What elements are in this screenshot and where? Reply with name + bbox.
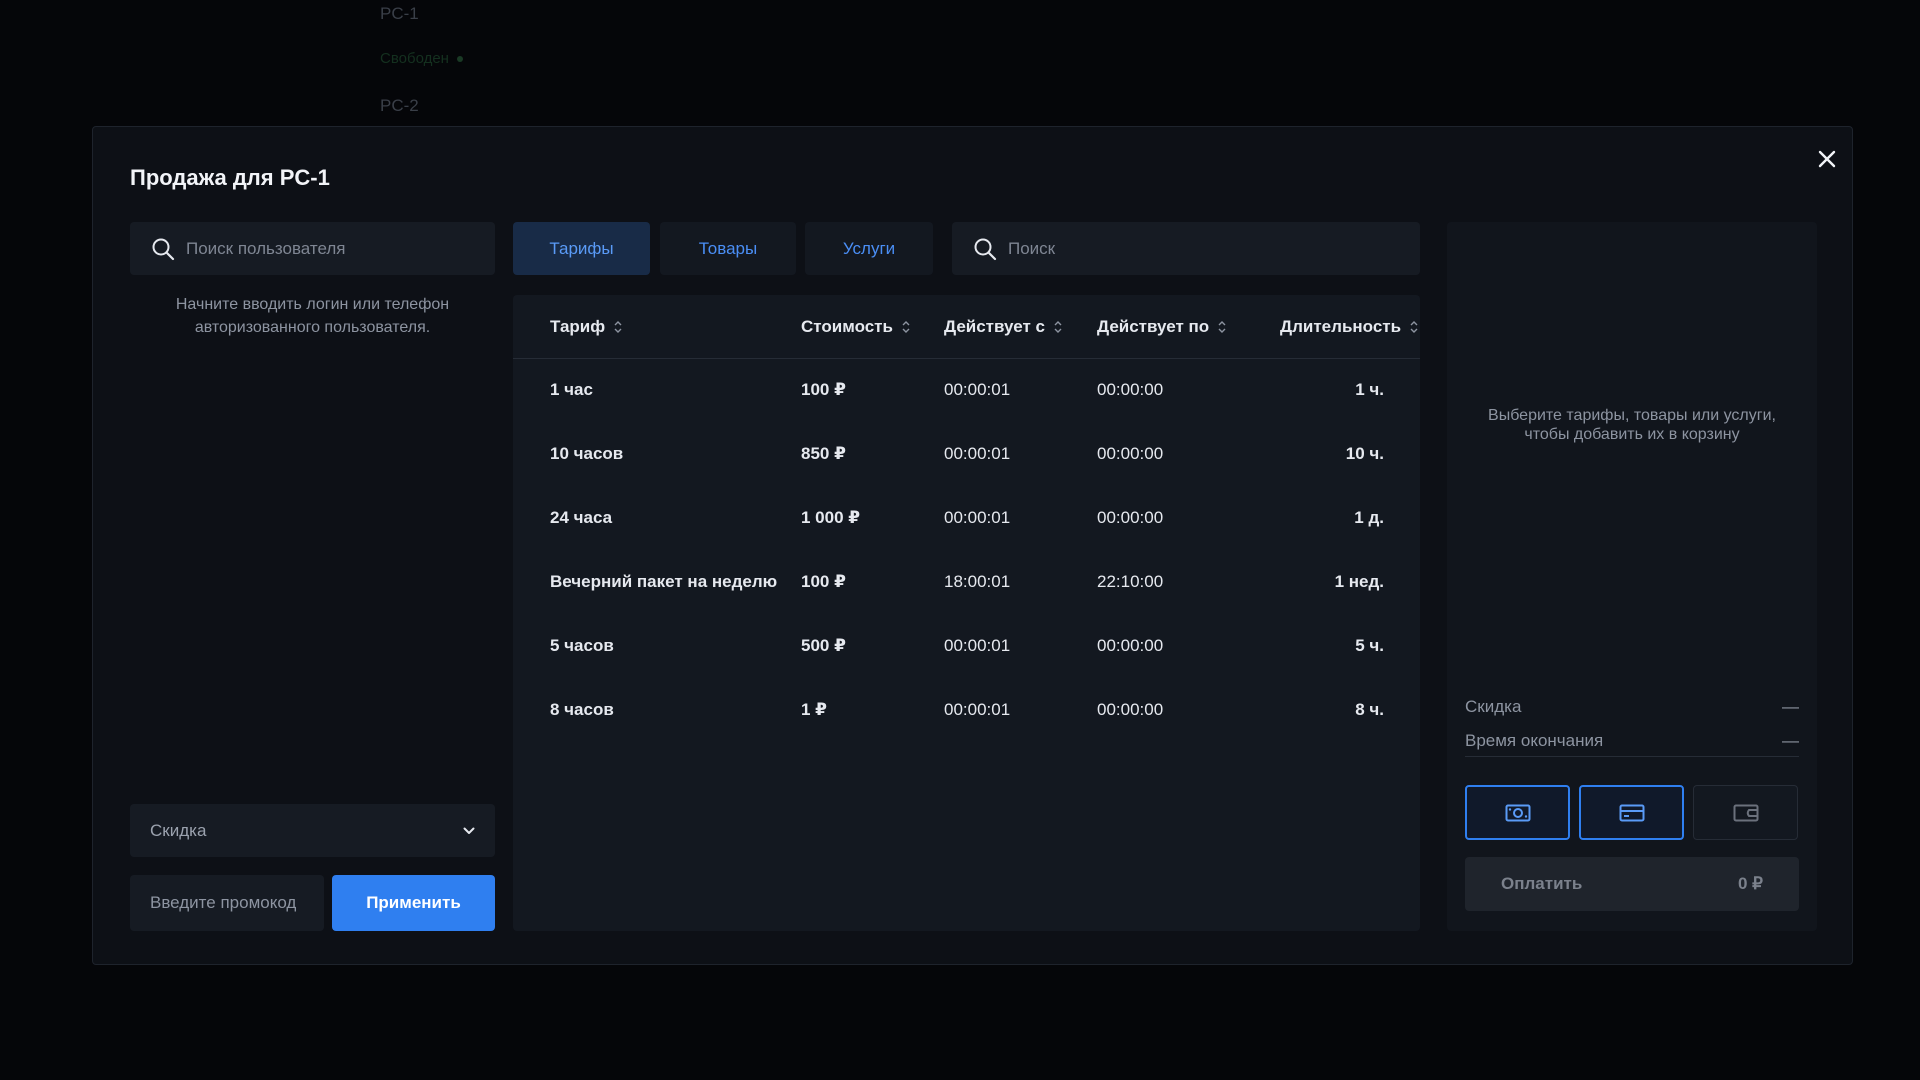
chevron-down-icon xyxy=(463,827,475,834)
promo-code-input[interactable] xyxy=(130,875,324,931)
status-dot-icon xyxy=(456,56,463,63)
cell-valid-from: 00:00:01 xyxy=(944,380,1011,399)
search-icon xyxy=(972,236,998,262)
cell-valid-to: 00:00:00 xyxy=(1097,636,1164,655)
table-row[interactable]: 10 часов 850 ₽ 00:00:01 00:00:00 10 ч. xyxy=(513,423,1420,487)
column-header-duration[interactable]: Длительность xyxy=(1280,317,1419,337)
cell-valid-from: 00:00:01 xyxy=(944,700,1011,719)
catalog-search-box xyxy=(952,222,1420,275)
cart-divider xyxy=(1465,756,1799,757)
cell-valid-from: 00:00:01 xyxy=(944,636,1011,655)
cell-tariff: 10 часов xyxy=(550,444,624,463)
sort-icon xyxy=(902,321,910,333)
cart-end-time-value: — xyxy=(1782,731,1799,750)
background-status-label: Свободен xyxy=(380,50,449,67)
table-row[interactable]: Вечерний пакет на неделю 100 ₽ 18:00:01 … xyxy=(513,551,1420,615)
column-header-valid-to[interactable]: Действует по xyxy=(1097,317,1227,337)
payment-wallet-button[interactable] xyxy=(1693,785,1798,840)
table-row[interactable]: 24 часа 1 000 ₽ 00:00:01 00:00:00 1 д. xyxy=(513,487,1420,551)
cell-valid-from: 18:00:01 xyxy=(944,572,1011,591)
sort-icon xyxy=(1054,321,1062,333)
discount-select[interactable]: Скидка xyxy=(130,804,495,857)
cell-price: 1 ₽ xyxy=(801,700,828,719)
column-header-label: Тариф xyxy=(550,317,606,336)
discount-select-label: Скидка xyxy=(150,820,207,840)
cell-tariff: 1 час xyxy=(550,380,593,399)
cell-valid-from: 00:00:01 xyxy=(944,444,1011,463)
tab-goods[interactable]: Товары xyxy=(660,222,796,275)
cell-price: 500 ₽ xyxy=(801,636,846,655)
sort-icon xyxy=(1410,321,1418,333)
cell-price: 1 000 ₽ xyxy=(801,508,861,527)
user-search-input[interactable] xyxy=(186,238,466,259)
cell-valid-to: 00:00:00 xyxy=(1097,444,1164,463)
cell-duration: 8 ч. xyxy=(1355,700,1384,719)
cell-duration: 5 ч. xyxy=(1355,636,1384,655)
cart-empty-hint: Выберите тарифы, товары или услуги, чтоб… xyxy=(1488,407,1776,443)
cell-duration: 1 ч. xyxy=(1355,380,1384,399)
payment-cash-button[interactable] xyxy=(1465,785,1570,840)
column-header-label: Длительность xyxy=(1280,317,1402,336)
wallet-icon xyxy=(1733,804,1758,821)
table-row[interactable]: 1 час 100 ₽ 00:00:01 00:00:00 1 ч. xyxy=(513,359,1420,423)
sort-icon xyxy=(1218,321,1226,333)
column-header-valid-from[interactable]: Действует с xyxy=(944,317,1063,337)
cell-valid-to: 22:10:00 xyxy=(1097,572,1164,591)
tab-tariffs[interactable]: Тарифы xyxy=(513,222,650,275)
cart-panel: Выберите тарифы, товары или услуги, чтоб… xyxy=(1447,222,1817,931)
cell-tariff: Вечерний пакет на неделю xyxy=(550,572,778,591)
cell-valid-from: 00:00:01 xyxy=(944,508,1011,527)
column-header-price[interactable]: Стоимость xyxy=(801,317,911,337)
table-header: Тариф Стоимость Действует с Действует по… xyxy=(513,295,1420,359)
background-pc-item: PC-2 xyxy=(380,96,419,115)
sort-icon xyxy=(614,321,622,333)
background-status: Свободен xyxy=(380,50,463,67)
card-icon xyxy=(1619,804,1644,821)
table-row[interactable]: 8 часов 1 ₽ 00:00:01 00:00:00 8 ч. xyxy=(513,679,1420,743)
tab-services[interactable]: Услуги xyxy=(805,222,933,275)
cell-duration: 10 ч. xyxy=(1345,444,1384,463)
column-header-label: Действует по xyxy=(1097,317,1210,336)
close-icon xyxy=(1818,150,1836,168)
cell-valid-to: 00:00:00 xyxy=(1097,700,1164,719)
payment-card-button[interactable] xyxy=(1579,785,1684,840)
catalog-search-input[interactable] xyxy=(1008,238,1288,259)
pay-button-label: Оплатить xyxy=(1501,874,1583,893)
cell-valid-to: 00:00:00 xyxy=(1097,380,1164,399)
pay-button-amount: 0 ₽ xyxy=(1738,874,1763,893)
cell-price: 100 ₽ xyxy=(801,572,846,591)
cell-duration: 1 нед. xyxy=(1334,572,1384,591)
cell-price: 100 ₽ xyxy=(801,380,846,399)
sale-modal: Продажа для PC-1 Начните вводить логин и… xyxy=(92,126,1853,965)
search-icon xyxy=(150,236,176,262)
cell-tariff: 24 часа xyxy=(550,508,613,527)
cash-icon xyxy=(1505,804,1530,821)
cart-discount-label: Скидка xyxy=(1465,697,1522,716)
cell-duration: 1 д. xyxy=(1354,508,1384,527)
table-row[interactable]: 5 часов 500 ₽ 00:00:01 00:00:00 5 ч. xyxy=(513,615,1420,679)
apply-promo-button[interactable]: Применить xyxy=(332,875,495,931)
cart-end-time-label: Время окончания xyxy=(1465,731,1604,750)
tariffs-table: Тариф Стоимость Действует с Действует по… xyxy=(513,295,1420,931)
column-header-label: Действует с xyxy=(944,317,1045,336)
cell-tariff: 8 часов xyxy=(550,700,614,719)
modal-title: Продажа для PC-1 xyxy=(130,165,330,190)
close-button[interactable] xyxy=(1812,144,1842,174)
cart-discount-value: — xyxy=(1782,697,1799,716)
background-pc-item: PC-1 xyxy=(380,4,419,23)
cell-price: 850 ₽ xyxy=(801,444,846,463)
pay-button[interactable]: Оплатить 0 ₽ xyxy=(1465,857,1799,911)
cart-end-time-line: Время окончания — xyxy=(1465,731,1799,751)
cart-discount-line: Скидка — xyxy=(1465,697,1799,717)
column-header-tariff[interactable]: Тариф xyxy=(550,317,623,337)
user-search-hint: Начните вводить логин или телефон автори… xyxy=(175,296,450,336)
cell-tariff: 5 часов xyxy=(550,636,614,655)
user-search-box xyxy=(130,222,495,275)
column-header-label: Стоимость xyxy=(801,317,893,336)
cell-valid-to: 00:00:00 xyxy=(1097,508,1164,527)
